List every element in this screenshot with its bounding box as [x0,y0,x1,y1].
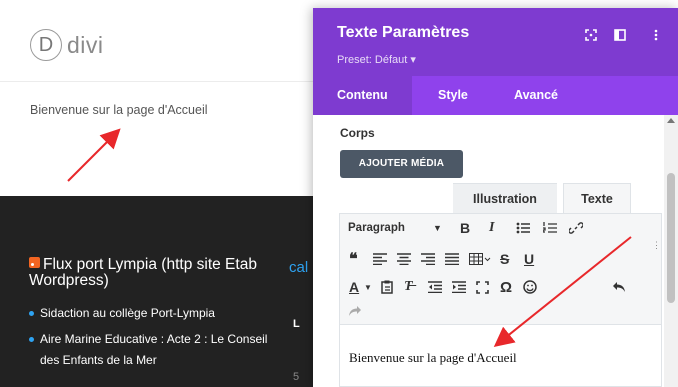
site-preview: D divi Bienvenue sur la page d'Accueil F… [0,0,313,387]
strikethrough-button[interactable]: S [500,250,509,268]
indent-icon[interactable] [452,278,466,296]
align-center-icon[interactable] [397,250,411,268]
undo-icon[interactable] [612,278,626,296]
redo-icon[interactable] [348,302,362,320]
corps-label: Corps [340,126,375,140]
tab-avance[interactable]: Avancé [490,76,582,115]
modal-scrollbar[interactable] [664,115,678,387]
tab-style[interactable]: Style [414,76,492,115]
split-view-icon[interactable] [612,27,628,43]
feed-title-text: Flux port Lympia (http site Etab Wordpre… [29,256,257,289]
settings-body: Corps AJOUTER MÉDIA Illustration Texte P… [313,115,678,387]
settings-tabs: Contenu Style Avancé [313,76,678,115]
outdent-icon[interactable] [428,278,442,296]
logo-circle-letter: D [30,29,62,61]
clear-formatting-icon[interactable]: T̶ [404,278,413,296]
list-item[interactable]: Sidaction au collège Port-Lympia [29,303,269,324]
chevron-down-icon[interactable]: ▼ [364,278,372,296]
fullscreen-editor-icon[interactable] [476,278,489,296]
preset-dropdown[interactable]: Preset: Défaut ▾ [337,53,416,66]
scroll-thumb[interactable] [667,173,675,303]
site-footer: Flux port Lympia (http site Etab Wordpre… [0,196,313,387]
modal-title: Texte Paramètres [337,24,470,41]
tab-contenu[interactable]: Contenu [313,76,412,115]
modal-header: Texte Paramètres Preset: Défaut ▾ [313,8,678,76]
more-options-icon[interactable] [648,27,664,43]
logo-text: divi [67,31,104,58]
rss-feed-title[interactable]: Flux port Lympia (http site Etab Wordpre… [29,257,259,289]
bold-button[interactable]: B [460,219,470,237]
divi-logo[interactable]: D divi [30,29,104,61]
resize-handle-icon[interactable]: ⋮ [652,240,662,250]
align-left-icon[interactable] [373,250,387,268]
paste-text-icon[interactable] [381,278,393,296]
welcome-text[interactable]: Bienvenue sur la page d'Accueil [30,103,208,117]
text-settings-modal: Texte Paramètres Preset: Défaut ▾ Conten… [313,8,678,387]
align-right-icon[interactable] [421,250,435,268]
list-item[interactable]: Aire Marine Educative : Acte 2 : Le Cons… [29,329,269,371]
scroll-up-icon[interactable] [667,118,675,123]
special-character-button[interactable]: Ω [500,278,512,296]
format-select[interactable]: Paragraph [348,219,405,237]
editor-toolbar: Paragraph ▼ B I ❝ S U A ▼ T̶ Ω [339,213,662,325]
calendar-day[interactable]: 5 [293,371,299,383]
site-header: D divi [0,0,313,82]
numbered-list-icon[interactable] [543,219,557,237]
tab-illustration[interactable]: Illustration [453,183,557,214]
underline-button[interactable]: U [524,250,534,268]
calendar-day-header: L [293,318,300,330]
calendar-title: cal [289,259,309,276]
fullscreen-icon[interactable] [583,27,599,43]
emoji-icon[interactable] [523,278,537,296]
editor-content-area[interactable]: Bienvenue sur la page d'Accueil [339,325,662,387]
text-color-button[interactable]: A [349,278,359,296]
bullet-list-icon[interactable] [516,219,530,237]
format-select-value: Paragraph [348,222,405,234]
align-justify-icon[interactable] [445,250,459,268]
tab-texte[interactable]: Texte [563,183,631,214]
chevron-down-icon[interactable]: ▼ [433,219,442,237]
blockquote-button[interactable]: ❝ [349,250,358,268]
rss-icon [29,257,40,268]
add-media-button[interactable]: AJOUTER MÉDIA [340,150,463,178]
editor-text[interactable]: Bienvenue sur la page d'Accueil [349,350,517,366]
link-icon[interactable] [569,219,583,237]
table-icon[interactable] [469,250,491,268]
feed-list: Sidaction au collège Port-Lympia Aire Ma… [29,303,269,376]
italic-button[interactable]: I [489,219,494,237]
